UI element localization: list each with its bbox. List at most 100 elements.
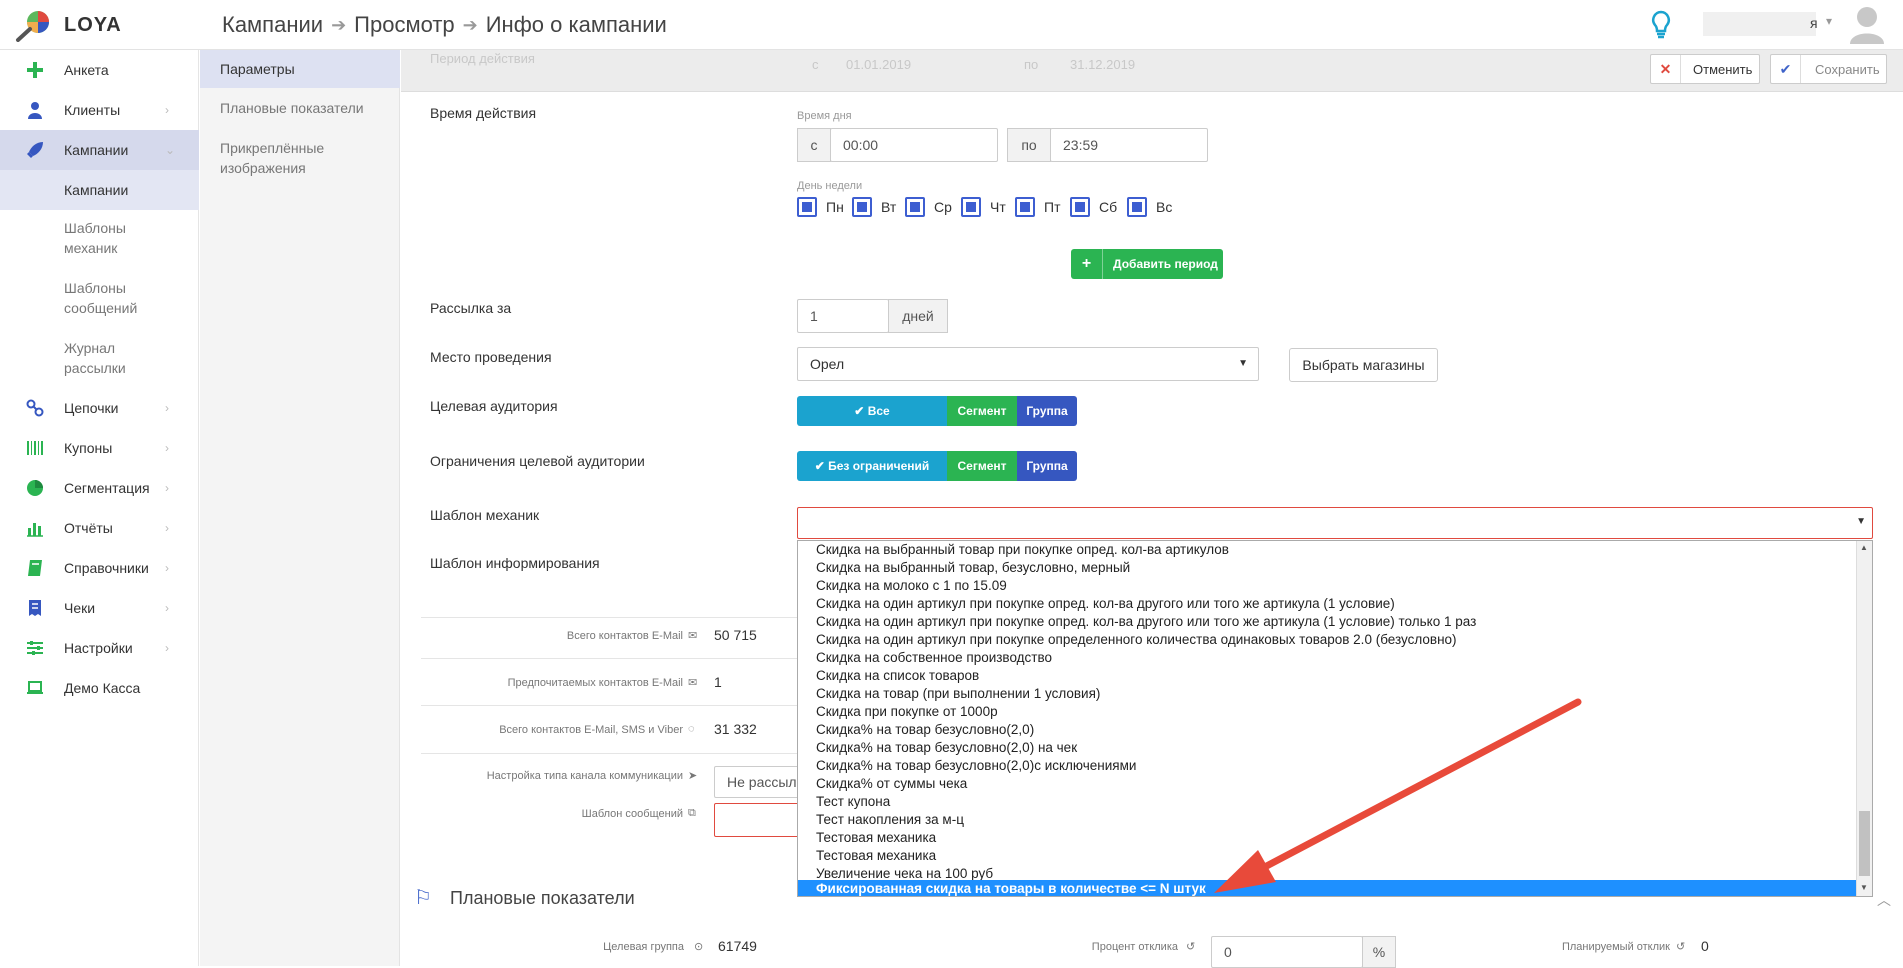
sidebar-item-settings[interactable]: Настройки › xyxy=(0,628,199,668)
weekday-mon[interactable]: Пн xyxy=(797,197,844,217)
sidebar-item-coupons[interactable]: Купоны › xyxy=(0,428,199,468)
venue-select[interactable]: Орел ▼ xyxy=(797,347,1259,381)
checkbox-checked[interactable] xyxy=(852,197,872,217)
audience-segment-option[interactable]: Сегмент xyxy=(947,396,1017,426)
plus-icon xyxy=(27,62,43,78)
sidebar-item-receipts[interactable]: Чеки › xyxy=(0,588,199,628)
avatar[interactable] xyxy=(1848,4,1886,47)
breadcrumb-item[interactable]: Кампании xyxy=(222,12,323,38)
sidebar-subitem-mailing-log[interactable]: Журнал рассылки xyxy=(0,332,199,390)
sidebar-item-campaigns[interactable]: Кампании ⌄ xyxy=(0,130,199,170)
checkbox-checked[interactable] xyxy=(1015,197,1035,217)
venue-value: Орел xyxy=(810,356,845,372)
check-icon: ✔ xyxy=(854,404,868,418)
chevron-right-icon: › xyxy=(165,641,169,655)
checkbox-checked[interactable] xyxy=(961,197,981,217)
period-to: 31.12.2019 xyxy=(1070,57,1136,72)
sidebar-subitem-message-templates[interactable]: Шаблоны сообщений xyxy=(0,272,199,330)
sidebar-item-reports[interactable]: Отчёты › xyxy=(0,508,199,548)
logo[interactable]: LOYA xyxy=(14,8,122,42)
checkbox-checked[interactable] xyxy=(1127,197,1147,217)
save-button[interactable]: ✔ Сохранить xyxy=(1770,54,1887,84)
undo-icon[interactable]: ↺ xyxy=(1186,940,1195,953)
mailing-label: Рассылка за xyxy=(430,300,512,316)
response-rate-input[interactable]: 0 xyxy=(1211,936,1363,968)
mailing-days-input[interactable]: 1 xyxy=(797,299,889,333)
tab-parameters[interactable]: Параметры xyxy=(200,50,400,88)
channel-type-select[interactable]: Не рассыл xyxy=(714,766,804,798)
mechanics-select[interactable]: ▼ xyxy=(797,507,1873,539)
pie-chart-icon xyxy=(27,480,43,496)
weekday-label: Вт xyxy=(881,199,897,215)
sidebar-item-clients[interactable]: Клиенты › xyxy=(0,90,199,130)
dropdown-option[interactable]: Скидка на молоко с 1 по 15.09 xyxy=(798,577,1858,595)
email-pref-label: Предпочитаемых контактов E-Mail xyxy=(507,677,683,689)
scroll-down-icon[interactable]: ▼ xyxy=(1860,883,1868,892)
sidebar-item-segmentation[interactable]: Сегментация › xyxy=(0,468,199,508)
tab-attached-images[interactable]: Прикреплённые изображения xyxy=(200,130,400,186)
dropdown-option[interactable]: Скидка на один артикул при покупке опред… xyxy=(798,595,1858,613)
weekday-tue[interactable]: Вт xyxy=(852,197,896,217)
period-label: Период действия xyxy=(430,51,535,66)
weekday-sun[interactable]: Вс xyxy=(1127,197,1172,217)
weekday-wed[interactable]: Ср xyxy=(905,197,952,217)
user-name[interactable]: я xyxy=(1810,15,1818,31)
message-template-select[interactable] xyxy=(714,803,804,837)
sidebar-subitem-campaigns[interactable]: Кампании xyxy=(0,170,199,210)
mechanics-label: Шаблон механик xyxy=(430,507,540,523)
cancel-button[interactable]: ✕ Отменить xyxy=(1650,54,1760,84)
sidebar-item-label: Клиенты xyxy=(64,102,121,118)
limits-segment-option[interactable]: Сегмент xyxy=(947,451,1017,481)
dropdown-scrollbar[interactable]: ▲ ▼ xyxy=(1856,541,1872,896)
sidebar-subitem-label: Шаблоны механик xyxy=(64,220,126,256)
dropdown-option[interactable]: Скидка на один артикул при покупке опред… xyxy=(798,631,1858,649)
sidebar-subitem-label: Журнал рассылки xyxy=(64,340,126,376)
limits-group-option[interactable]: Группа xyxy=(1017,451,1077,481)
undo-icon[interactable]: ↺ xyxy=(1676,940,1685,953)
weekday-label: Пн xyxy=(826,199,844,215)
checkbox-checked[interactable] xyxy=(1070,197,1090,217)
time-from-input[interactable]: 00:00 xyxy=(830,128,998,162)
choose-stores-button[interactable]: Выбрать магазины xyxy=(1289,348,1438,382)
weekday-thu[interactable]: Чт xyxy=(961,197,1006,217)
sidebar-item-chains[interactable]: Цепочки › xyxy=(0,388,199,428)
checkbox-checked[interactable] xyxy=(905,197,925,217)
weekday-sat[interactable]: Сб xyxy=(1070,197,1117,217)
chevron-up-icon[interactable]: ︿ xyxy=(1877,890,1891,910)
caret-down-icon[interactable]: ▾ xyxy=(1826,14,1832,28)
dropdown-option[interactable]: Скидка на собственное производство xyxy=(798,649,1858,667)
sidebar-item-demo-cash[interactable]: Демо Касса xyxy=(0,668,199,708)
weekday-caption: День недели xyxy=(797,180,863,192)
period-from-prefix: с xyxy=(812,57,819,72)
email-pref-value: 1 xyxy=(714,674,722,690)
planned-response-value: 0 xyxy=(1701,938,1709,954)
dropdown-option[interactable]: Скидка на один артикул при покупке опред… xyxy=(798,613,1858,631)
sidebar-item-label: Купоны xyxy=(64,440,113,456)
audience-all-option[interactable]: ✔ Все xyxy=(797,396,947,426)
chevron-right-icon: › xyxy=(165,401,169,415)
envelope-icon: ✉ xyxy=(688,677,698,689)
scroll-up-icon[interactable]: ▲ xyxy=(1860,543,1868,552)
tab-label: Плановые показатели xyxy=(220,100,364,116)
barcode-icon xyxy=(27,441,43,455)
weekday-fri[interactable]: Пт xyxy=(1015,197,1060,217)
limits-none-option[interactable]: ✔ Без ограничений xyxy=(797,451,947,481)
sidebar-item-references[interactable]: Справочники › xyxy=(0,548,199,588)
dropdown-option[interactable]: Скидка на выбранный товар, безусловно, м… xyxy=(798,559,1858,577)
day-time-caption: Время дня xyxy=(797,110,852,122)
add-period-button[interactable]: + Добавить период xyxy=(1071,249,1223,279)
dropdown-option[interactable]: Скидка на список товаров xyxy=(798,667,1858,685)
dropdown-option[interactable]: Скидка на выбранный товар при покупке оп… xyxy=(798,541,1858,559)
sidebar-subitem-mechanic-templates[interactable]: Шаблоны механик xyxy=(0,212,199,270)
checkbox-checked[interactable] xyxy=(797,197,817,217)
breadcrumb-item[interactable]: Просмотр xyxy=(354,12,454,38)
weekday-label: Вс xyxy=(1156,199,1173,215)
breadcrumb: Кампании ➔ Просмотр ➔ Инфо о кампании xyxy=(222,12,667,38)
sidebar-item-anketa[interactable]: Анкета xyxy=(0,50,199,90)
scrollbar-thumb[interactable] xyxy=(1859,811,1870,876)
audience-group-option[interactable]: Группа xyxy=(1017,396,1077,426)
lightbulb-icon[interactable] xyxy=(1650,10,1672,43)
planned-response-label: Планируемый отклик xyxy=(1561,941,1670,953)
tab-plan-indicators[interactable]: Плановые показатели xyxy=(200,88,400,128)
time-to-input[interactable]: 23:59 xyxy=(1050,128,1208,162)
